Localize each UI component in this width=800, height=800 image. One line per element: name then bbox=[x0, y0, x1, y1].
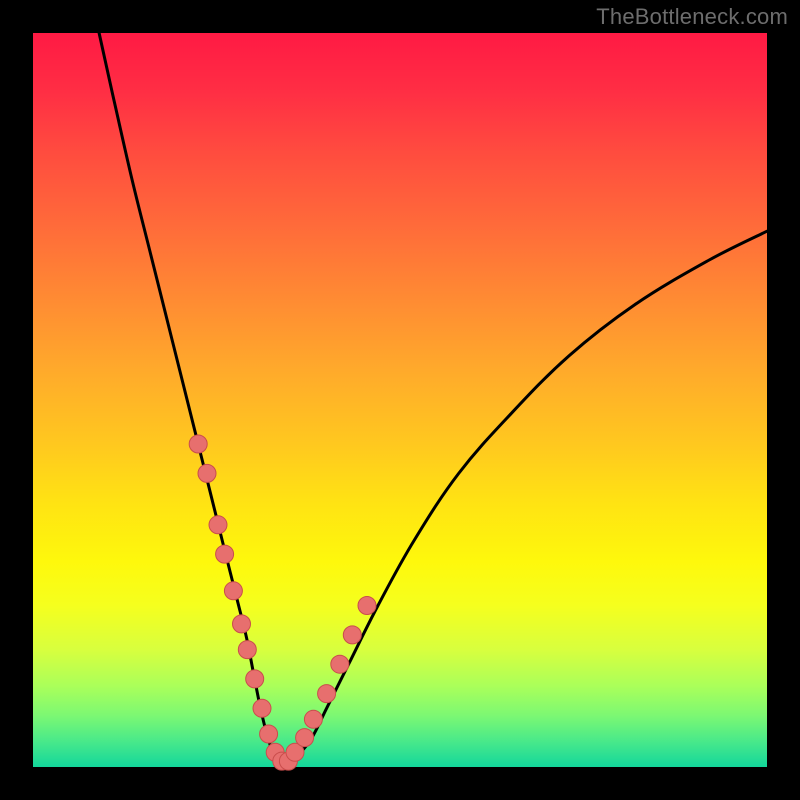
curve-marker bbox=[209, 516, 227, 534]
curve-marker bbox=[246, 670, 264, 688]
curve-marker bbox=[233, 615, 251, 633]
curve-marker bbox=[216, 545, 234, 563]
curve-marker bbox=[238, 641, 256, 659]
curve-marker bbox=[304, 710, 322, 728]
curve-svg bbox=[33, 33, 767, 767]
chart-stage: TheBottleneck.com bbox=[0, 0, 800, 800]
bottleneck-curve bbox=[99, 33, 767, 763]
curve-marker bbox=[358, 597, 376, 615]
curve-marker bbox=[343, 626, 361, 644]
curve-marker bbox=[189, 435, 207, 453]
curve-marker bbox=[253, 699, 271, 717]
curve-marker bbox=[318, 685, 336, 703]
curve-marker bbox=[331, 655, 349, 673]
curve-marker bbox=[296, 729, 314, 747]
curve-marker bbox=[224, 582, 242, 600]
watermark-text: TheBottleneck.com bbox=[596, 4, 788, 30]
curve-marker bbox=[260, 725, 278, 743]
curve-marker bbox=[198, 464, 216, 482]
curve-markers bbox=[189, 435, 376, 770]
plot-area bbox=[33, 33, 767, 767]
